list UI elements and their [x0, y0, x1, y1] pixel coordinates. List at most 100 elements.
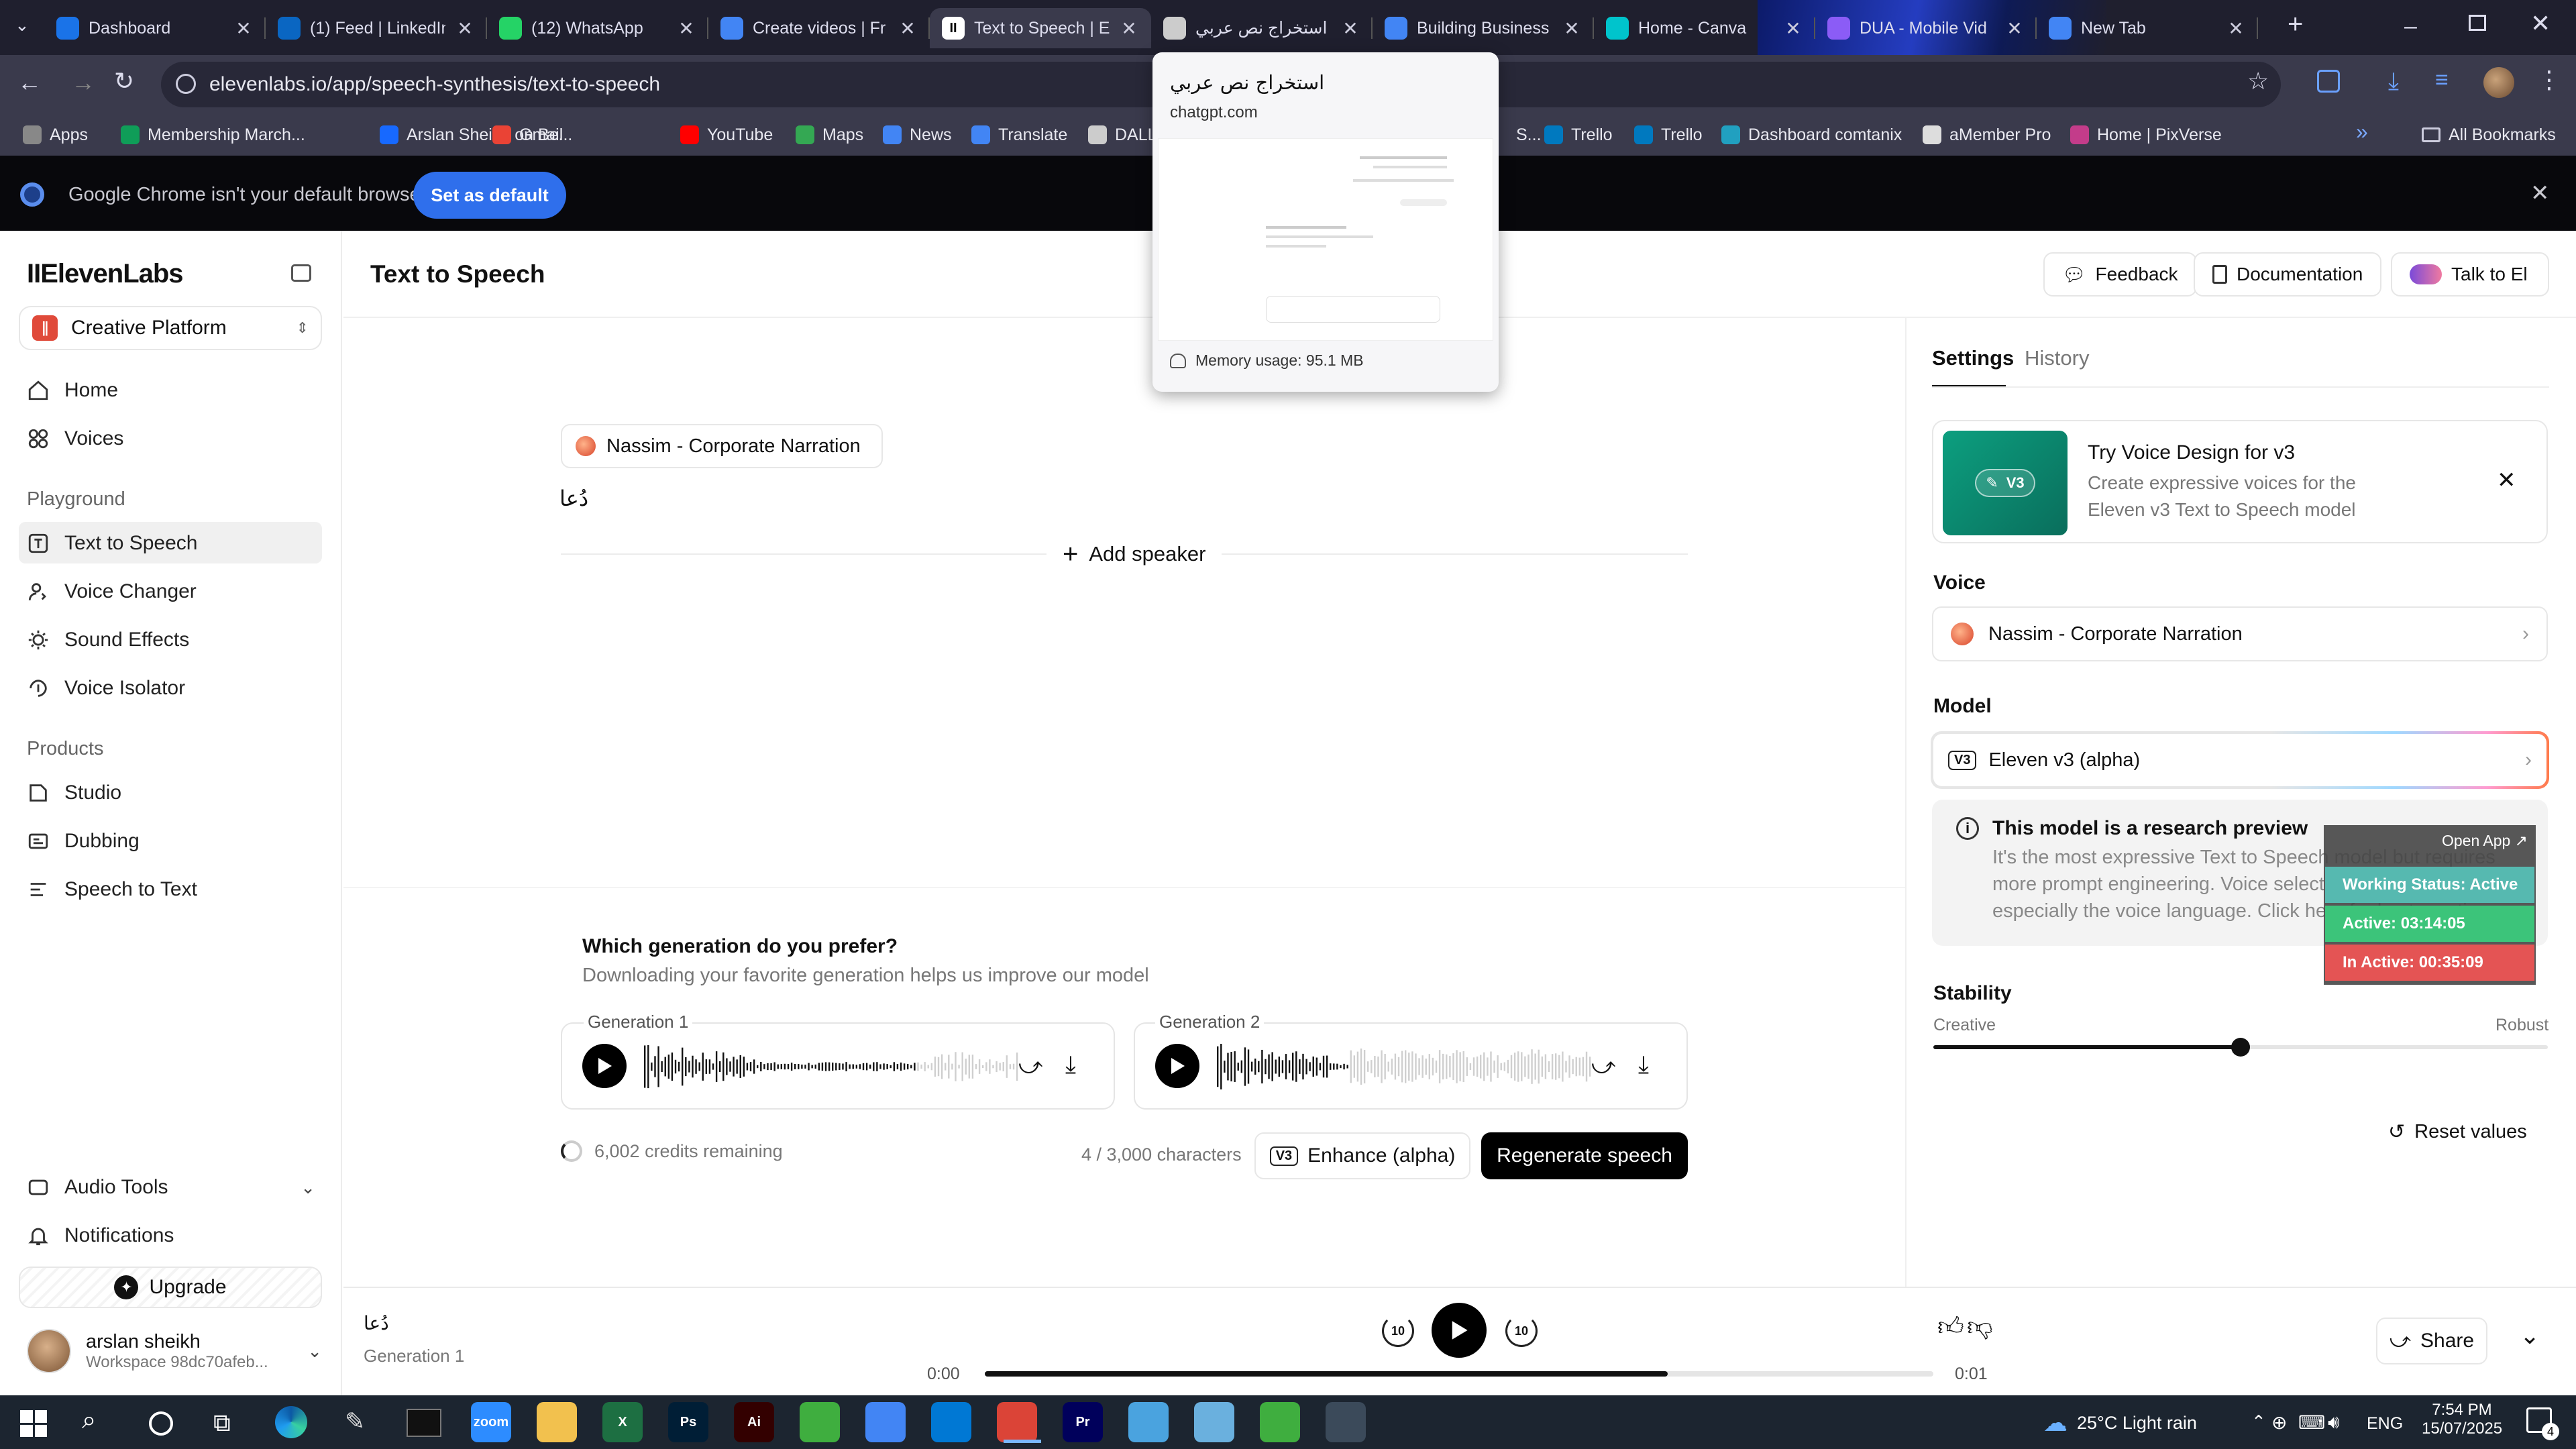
reset-values-button[interactable]: ↺ Reset values: [2388, 1120, 2527, 1144]
bookmark-item[interactable]: Trello: [1634, 114, 1703, 156]
generation-1-waveform[interactable]: [643, 1040, 1018, 1093]
workspace-selector[interactable]: ∥ Creative Platform ⇕: [19, 306, 322, 350]
tray-volume-icon[interactable]: 🔊︎: [2328, 1411, 2340, 1434]
tray-security-icon[interactable]: ⊕: [2271, 1411, 2287, 1434]
player-play-button[interactable]: [1432, 1303, 1487, 1358]
tab-close-icon[interactable]: ✕: [455, 17, 475, 40]
illustrator-icon[interactable]: Ai: [734, 1402, 774, 1442]
generation-2-waveform[interactable]: [1216, 1040, 1591, 1093]
edge-icon[interactable]: [275, 1406, 307, 1438]
app-green2-icon[interactable]: [1260, 1402, 1300, 1442]
bookmark-item[interactable]: Translate: [971, 114, 1067, 156]
calculator-icon[interactable]: [1326, 1402, 1366, 1442]
documentation-button[interactable]: Documentation: [2194, 252, 2382, 297]
restore-icon[interactable]: [2469, 15, 2486, 31]
bookmark-item[interactable]: News: [883, 114, 952, 156]
browser-tab[interactable]: DUA - Mobile Vid ✕: [1815, 8, 2037, 48]
browser-tab[interactable]: Dashboard ✕: [44, 8, 266, 48]
sidebar-item-studio[interactable]: Studio: [27, 773, 121, 813]
app-green-icon[interactable]: [800, 1402, 840, 1442]
menu-icon[interactable]: ⋮: [2537, 66, 2561, 94]
language-indicator[interactable]: ENG: [2367, 1414, 2403, 1434]
infobar-close-icon[interactable]: ✕: [2530, 180, 2550, 207]
tab-close-icon[interactable]: ✕: [676, 17, 696, 40]
tray-chevron-icon[interactable]: ⌃: [2251, 1411, 2266, 1432]
sidebar-item-sound-effects[interactable]: Sound Effects: [27, 620, 189, 660]
search-icon[interactable]: ⌕: [82, 1406, 96, 1435]
generation-2-download-icon[interactable]: ⤓: [1638, 1051, 1649, 1079]
clock[interactable]: 7:54 PM 15/07/2025: [2422, 1401, 2502, 1438]
vscode-icon[interactable]: [931, 1402, 971, 1442]
user-menu[interactable]: arslan sheikh Workspace 98dc70afeb... ⌄: [27, 1324, 322, 1378]
generation-2-share-icon[interactable]: ⤻: [1591, 1053, 1615, 1079]
chrome-profile-icon[interactable]: [997, 1402, 1037, 1442]
reload-icon[interactable]: ↻: [114, 67, 134, 95]
tab-search-icon[interactable]: ⌄: [15, 15, 30, 36]
model-selector[interactable]: V3 Eleven v3 (alpha) ›: [1933, 734, 2546, 786]
sidebar-item-dubbing[interactable]: Dubbing: [27, 821, 140, 861]
tab-close-icon[interactable]: ✕: [898, 17, 918, 40]
generation-1-share-icon[interactable]: ⤻: [1018, 1053, 1042, 1079]
excel-icon[interactable]: X: [602, 1402, 643, 1442]
media-icon[interactable]: ≡: [2435, 67, 2449, 93]
back-icon[interactable]: ←: [17, 68, 42, 97]
sidebar-item-voices[interactable]: Voices: [27, 419, 123, 459]
pen-icon[interactable]: ✎: [345, 1407, 365, 1436]
stability-slider-handle[interactable]: [2231, 1038, 2250, 1057]
forward-10-icon[interactable]: 10: [1505, 1315, 1538, 1347]
browser-tab[interactable]: Home - Canva ✕: [1594, 8, 1815, 48]
share-button[interactable]: ⤻ Share: [2376, 1318, 2487, 1364]
new-tab-icon[interactable]: +: [2288, 9, 2303, 40]
stability-track[interactable]: [1933, 1038, 2548, 1057]
close-window-icon[interactable]: ✕: [2530, 9, 2551, 38]
windows-start-icon[interactable]: [20, 1410, 47, 1437]
tab-history[interactable]: History: [2025, 346, 2089, 370]
bookmark-item[interactable]: Dashboard comtanix: [1721, 114, 1902, 156]
cortana-icon[interactable]: [149, 1411, 173, 1436]
open-app-link[interactable]: Open App ↗: [2442, 832, 2528, 850]
sidebar-item-voice-changer[interactable]: Voice Changer: [27, 572, 197, 612]
enhance-button[interactable]: V3 Enhance (alpha): [1254, 1132, 1470, 1179]
thumbs-down-icon[interactable]: 👎︎: [1967, 1312, 1993, 1342]
player-progress-track[interactable]: [985, 1371, 1933, 1377]
sidebar-item-home[interactable]: Home: [27, 370, 118, 411]
generation-1-download-icon[interactable]: ⤓: [1065, 1051, 1076, 1079]
more-bookmarks-icon[interactable]: »: [2356, 119, 2368, 144]
regenerate-speech-button[interactable]: Regenerate speech: [1481, 1132, 1688, 1179]
browser-tab[interactable]: Building Business ✕: [1373, 8, 1594, 48]
browser-tab[interactable]: II Text to Speech | El ✕: [930, 8, 1151, 48]
browser-tab[interactable]: (12) WhatsApp ✕: [487, 8, 708, 48]
generation-2-play-button[interactable]: [1155, 1044, 1199, 1088]
weather-widget[interactable]: ☁ 25°C Light rain: [2043, 1409, 2197, 1437]
tab-close-icon[interactable]: ✕: [1562, 17, 1582, 40]
tab-close-icon[interactable]: ✕: [2004, 17, 2025, 40]
tab-close-icon[interactable]: ✕: [2226, 17, 2246, 40]
bookmark-star-icon[interactable]: ☆: [2247, 67, 2269, 95]
sidebar-item-voice-isolator[interactable]: Voice Isolator: [27, 668, 185, 708]
editor-text[interactable]: دُعا: [559, 486, 588, 511]
speaker-chip[interactable]: Nassim - Corporate Narration: [561, 424, 883, 468]
bookmark-item[interactable]: Gmail: [492, 114, 563, 156]
zoom-icon[interactable]: zoom: [471, 1402, 511, 1442]
tab-settings[interactable]: Settings: [1932, 346, 2014, 370]
thumbs-up-icon[interactable]: 👍︎: [1937, 1312, 1964, 1342]
profile-avatar[interactable]: [2483, 67, 2514, 98]
bookmark-item[interactable]: DALL: [1088, 114, 1157, 156]
extensions-icon[interactable]: [2317, 70, 2340, 93]
site-info-icon[interactable]: [176, 74, 196, 94]
bookmark-item[interactable]: Trello: [1544, 114, 1613, 156]
premiere-icon[interactable]: Pr: [1063, 1402, 1103, 1442]
forward-icon[interactable]: →: [71, 68, 95, 97]
tray-network-icon[interactable]: ⌨: [2298, 1411, 2325, 1434]
tab-close-icon[interactable]: ✕: [1119, 17, 1139, 40]
download-icon[interactable]: ⤓: [2388, 67, 2399, 96]
tab-close-icon[interactable]: ✕: [1340, 17, 1360, 40]
photoshop-icon[interactable]: Ps: [668, 1402, 708, 1442]
generation-1-play-button[interactable]: [582, 1044, 627, 1088]
feedback-button[interactable]: 💬︎ Feedback: [2043, 252, 2197, 297]
audio-tools-toggle[interactable]: Audio Tools ⌄: [27, 1167, 315, 1208]
notification-center-icon[interactable]: 4: [2526, 1407, 2559, 1440]
app-blue-icon[interactable]: [1194, 1402, 1234, 1442]
bookmark-item[interactable]: Apps: [23, 114, 88, 156]
browser-tab[interactable]: Create videos | Fr ✕: [708, 8, 930, 48]
